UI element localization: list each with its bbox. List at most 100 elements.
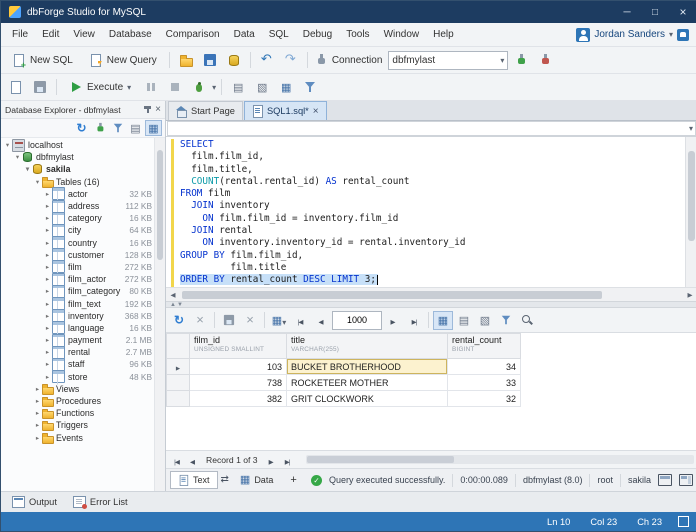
user-menu[interactable]: Jordan Sanders <box>576 27 693 42</box>
tree-item-film-category[interactable]: ▸ film_category 80 KB <box>1 284 155 298</box>
tree-expander-icon[interactable]: ▸ <box>43 360 52 368</box>
tree-item-country[interactable]: ▸ country 16 KB <box>1 236 155 250</box>
row-selector[interactable] <box>166 358 190 375</box>
tree-item-film-actor[interactable]: ▸ film_actor 272 KB <box>1 272 155 286</box>
tree-item-city[interactable]: ▸ city 64 KB <box>1 223 155 237</box>
format-sql-button[interactable] <box>275 77 297 97</box>
menu-item-debug[interactable]: Debug <box>296 25 339 44</box>
editor-hscrollbar[interactable]: ◀ ▶ <box>166 287 696 301</box>
disconnect-button[interactable] <box>534 50 556 70</box>
tree-item-address[interactable]: ▸ address 112 KB <box>1 199 155 213</box>
tree-expander-icon[interactable]: ▸ <box>43 336 52 344</box>
new-query-button[interactable]: New Query <box>82 50 164 70</box>
refresh-results-button[interactable] <box>169 311 189 330</box>
save-results-button[interactable] <box>29 77 51 97</box>
column-header-title[interactable]: title VARCHAR(255) <box>286 333 448 359</box>
tree-item-triggers[interactable]: ▸ Triggers <box>1 419 155 432</box>
menu-item-database[interactable]: Database <box>102 25 159 44</box>
pause-button[interactable] <box>140 77 162 97</box>
tree-item-tables-16[interactable]: ▾ Tables (16) <box>1 176 155 188</box>
menu-item-comparison[interactable]: Comparison <box>159 25 227 44</box>
tree-expander-icon[interactable]: ▸ <box>43 263 52 271</box>
tree-expander-icon[interactable]: ▸ <box>43 226 52 234</box>
statusbar-panel-icon[interactable] <box>678 516 689 527</box>
code-line-4[interactable]: COUNT(rental.rental_id) AS rental_count <box>180 176 696 188</box>
tree-expander-icon[interactable]: ▾ <box>13 153 22 161</box>
tree-item-language[interactable]: ▸ language 16 KB <box>1 321 155 335</box>
new-sql-button[interactable]: New SQL <box>5 50 80 70</box>
close-button[interactable] <box>669 1 696 23</box>
grid-row-2[interactable]: 738 ROCKETEER MOTHER 33 <box>166 374 521 391</box>
menu-item-window[interactable]: Window <box>377 25 427 44</box>
editor-results-splitter[interactable]: ▲▼ <box>166 301 696 308</box>
tree-expander-icon[interactable]: ▾ <box>3 141 12 149</box>
cell-film_id[interactable]: 382 <box>189 390 287 407</box>
tree-expander-icon[interactable]: ▸ <box>33 434 42 442</box>
cell-rental_count[interactable]: 32 <box>447 390 521 407</box>
editor-scrollbar[interactable] <box>685 137 696 287</box>
tree-item-functions[interactable]: ▸ Functions <box>1 407 155 420</box>
code-line-11[interactable]: film.title <box>180 262 696 274</box>
grid-corner[interactable] <box>166 333 190 359</box>
export-data-button[interactable] <box>219 311 239 330</box>
auto-filter-button[interactable] <box>496 311 516 330</box>
tree-item-inventory[interactable]: ▸ inventory 368 KB <box>1 309 155 323</box>
tree-expander-icon[interactable]: ▸ <box>43 287 52 295</box>
tree-expander-icon[interactable]: ▸ <box>33 421 42 429</box>
tree-item-sakila[interactable]: ▾ sakila <box>1 163 155 175</box>
explorer-details-button[interactable] <box>145 120 162 136</box>
cell-film_id[interactable]: 103 <box>189 358 287 375</box>
code-line-10[interactable]: GROUP BY film.film_id, <box>180 250 696 262</box>
single-layout-icon[interactable] <box>658 474 672 486</box>
pivot-view-button[interactable] <box>475 311 495 330</box>
panel-close-icon[interactable] <box>155 104 161 115</box>
first-page-button[interactable] <box>290 311 310 330</box>
code-line-7[interactable]: ON film.film_id = inventory.film_id <box>180 213 696 225</box>
open-file-button[interactable] <box>175 50 197 70</box>
row-selector[interactable] <box>166 374 190 391</box>
tree-expander-icon[interactable]: ▾ <box>23 165 32 173</box>
snippets-button[interactable] <box>299 77 321 97</box>
tab-text-view[interactable]: Text <box>170 471 218 489</box>
grid-view-button[interactable] <box>433 310 453 330</box>
cell-title[interactable]: ROCKETEER MOTHER <box>286 374 448 391</box>
execute-button[interactable]: Execute <box>62 77 138 97</box>
cell-rental_count[interactable]: 34 <box>447 358 521 375</box>
code-line-12[interactable]: ORDER BY rental_count DESC LIMIT 3; <box>180 274 696 286</box>
cell-title[interactable]: BUCKET BROTHERHOOD <box>286 358 448 375</box>
tree-expander-icon[interactable]: ▸ <box>43 202 52 210</box>
maximize-button[interactable] <box>641 1 669 23</box>
tree-expander-icon[interactable]: ▸ <box>33 397 42 405</box>
explorer-filter-button[interactable] <box>109 120 126 136</box>
sql-editor[interactable]: SELECT film.film_id, film.title, COUNT(r… <box>166 137 696 287</box>
tree-expander-icon[interactable]: ▸ <box>43 373 52 381</box>
tab-sql1[interactable]: SQL1.sql* <box>243 101 327 120</box>
first-record-button[interactable] <box>169 453 184 467</box>
code-line-8[interactable]: JOIN rental <box>180 225 696 237</box>
tree-item-localhost[interactable]: ▾ localhost <box>1 138 155 152</box>
menu-item-data[interactable]: Data <box>227 25 262 44</box>
tab-output[interactable]: Output <box>5 494 64 510</box>
column-header-film_id[interactable]: film_id UNSIGNED SMALLINT <box>189 333 287 359</box>
cancel-refresh-button[interactable] <box>190 311 210 330</box>
document-selector-dropdown[interactable] <box>167 121 696 136</box>
tree-item-film[interactable]: ▸ film 272 KB <box>1 260 155 274</box>
row-selector[interactable] <box>166 390 190 407</box>
explorer-scrollbar[interactable] <box>154 138 165 491</box>
find-in-results-button[interactable] <box>517 311 537 330</box>
explain-plan-button[interactable] <box>251 77 273 97</box>
tree-item-rental[interactable]: ▸ rental 2.7 MB <box>1 345 155 359</box>
explorer-collapse-all-button[interactable] <box>127 120 144 136</box>
connection-select[interactable]: dbfmylast <box>388 50 509 70</box>
grid-row-3[interactable]: 382 GRIT CLOCKWORK 32 <box>166 390 521 407</box>
code-line-3[interactable]: film.title, <box>180 164 696 176</box>
menu-item-tools[interactable]: Tools <box>339 25 376 44</box>
menu-item-edit[interactable]: Edit <box>35 25 66 44</box>
query-profiler-button[interactable] <box>227 77 249 97</box>
explorer-new-connection-button[interactable] <box>91 120 108 136</box>
tab-data-view[interactable]: Data <box>232 472 281 489</box>
menu-item-help[interactable]: Help <box>426 25 461 44</box>
new-database-button[interactable] <box>223 50 245 70</box>
tree-expander-icon[interactable]: ▾ <box>33 178 42 186</box>
tree-expander-icon[interactable]: ▸ <box>43 300 52 308</box>
